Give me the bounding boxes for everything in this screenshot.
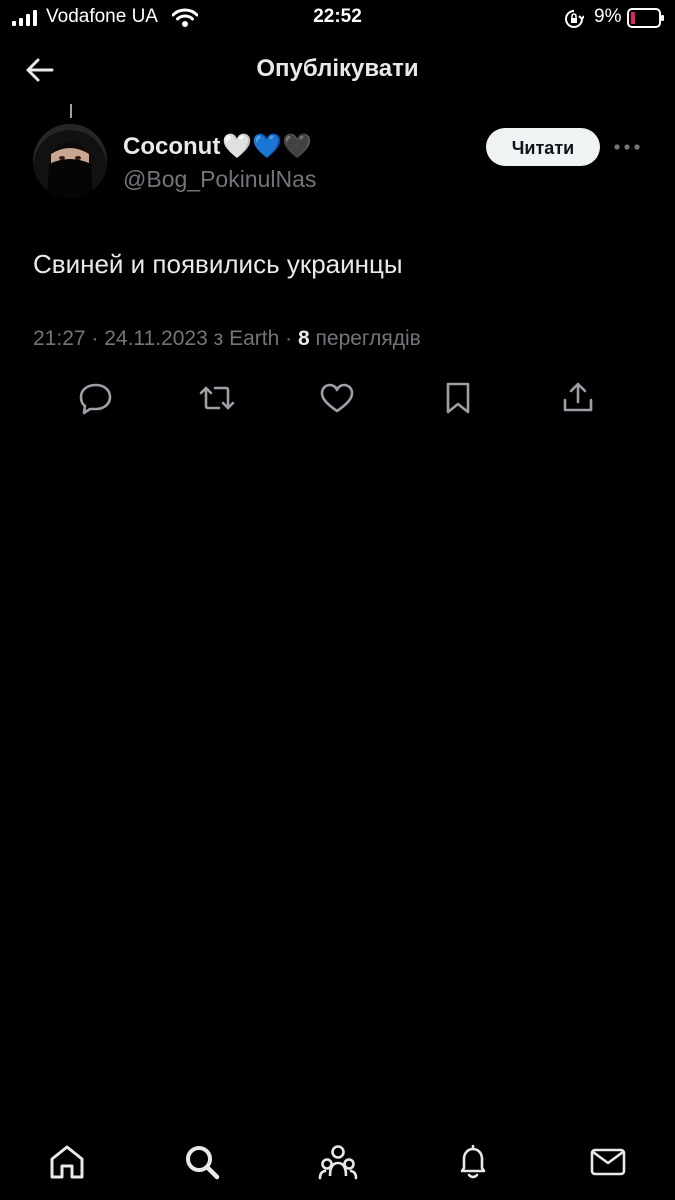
- separator-dot: ·: [91, 327, 105, 350]
- tab-home[interactable]: [47, 1142, 87, 1182]
- thread-line: [70, 104, 72, 118]
- tab-search[interactable]: [182, 1142, 222, 1182]
- views-label: переглядів: [315, 327, 421, 350]
- views-count: 8: [297, 327, 310, 350]
- source-prefix: з: [213, 327, 224, 350]
- search-icon: [182, 1142, 222, 1182]
- user-handle[interactable]: @Bog_PokinulNas: [123, 166, 316, 193]
- name-emoji: 🤍💙🖤: [222, 132, 312, 160]
- tweet-source[interactable]: Earth: [229, 327, 279, 350]
- tweet-meta: 21:27 · 24.11.2023 з Earth · 8 перегляді…: [33, 327, 421, 351]
- tab-notifications[interactable]: [453, 1142, 493, 1182]
- page-title: Опублікувати: [256, 55, 419, 82]
- avatar[interactable]: [33, 124, 107, 198]
- display-name-text: Coconut: [123, 133, 221, 160]
- more-horizontal-icon: [612, 138, 642, 156]
- retweet-icon: [197, 380, 237, 416]
- share-icon: [558, 380, 598, 416]
- tab-communities[interactable]: [318, 1142, 358, 1182]
- status-bar: Vodafone UA 22:52 9%: [0, 0, 675, 36]
- bookmark-icon: [438, 380, 478, 416]
- notifications-icon: [453, 1142, 493, 1182]
- orientation-lock-icon: [564, 9, 584, 29]
- home-icon: [47, 1142, 87, 1182]
- messages-icon: [588, 1142, 628, 1182]
- separator-dot: ·: [285, 327, 298, 350]
- more-options-button[interactable]: [612, 138, 642, 156]
- tweet-date[interactable]: 24.11.2023: [104, 327, 208, 350]
- reply-button[interactable]: [76, 380, 116, 416]
- tweet-time[interactable]: 21:27: [33, 327, 86, 350]
- battery-percent: 9%: [594, 6, 622, 27]
- share-button[interactable]: [558, 380, 598, 416]
- tab-messages[interactable]: [588, 1142, 628, 1182]
- reply-icon: [76, 380, 116, 416]
- display-name[interactable]: Coconut🤍💙🖤: [123, 132, 312, 161]
- battery-icon: [627, 8, 665, 28]
- retweet-button[interactable]: [197, 380, 237, 416]
- like-button[interactable]: [317, 380, 357, 416]
- heart-icon: [317, 380, 357, 416]
- communities-icon: [318, 1142, 358, 1182]
- bookmark-button[interactable]: [438, 380, 478, 416]
- follow-button[interactable]: Читати: [486, 128, 600, 166]
- tweet-text: Свиней и появились украинцы: [33, 249, 403, 279]
